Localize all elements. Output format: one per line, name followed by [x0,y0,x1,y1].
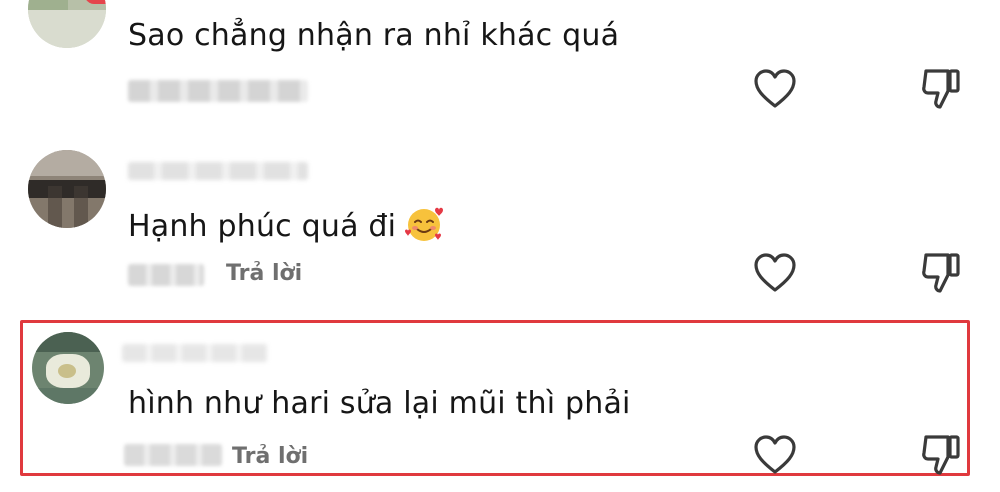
dislike-button[interactable] [918,66,964,112]
avatar[interactable] [28,150,106,228]
comment-item: Hạnh phúc quá đi Trả lời [0,140,1000,310]
heart-outline-icon [754,253,796,292]
avatar[interactable] [28,0,106,48]
smiling-face-with-hearts-icon [405,207,444,241]
timestamp-blurred [128,80,308,102]
comment-item: Sao chẳng nhận ra nhỉ khác quá [0,0,1000,130]
comment-feed: Sao chẳng nhận ra nhỉ khác quá Hạnh phúc… [0,0,1000,492]
heart-outline-icon [754,435,796,474]
comment-text: Hạnh phúc quá đi [128,204,444,244]
like-button[interactable] [752,432,798,478]
username-blurred [128,162,308,180]
comment-text: hình như hari sửa lại mũi thì phải [128,386,631,421]
username-blurred [122,344,268,362]
heart-outline-icon [754,69,796,108]
like-button[interactable] [752,250,798,296]
thumbs-down-outline-icon [922,435,960,475]
reply-link[interactable]: Trả lời [232,444,308,469]
timestamp-blurred [124,444,222,466]
dislike-button[interactable] [918,432,964,478]
thumbs-down-outline-icon [922,253,960,293]
comment-text: Sao chẳng nhận ra nhỉ khác quá [128,18,620,53]
like-button[interactable] [752,66,798,112]
timestamp-blurred [128,264,204,286]
comment-item: hình như hari sửa lại mũi thì phải Trả l… [0,320,1000,480]
thumbs-down-outline-icon [922,69,960,109]
reply-link[interactable]: Trả lời [226,261,302,286]
avatar[interactable] [32,332,104,404]
comment-text-content: Hạnh phúc quá đi [128,209,397,244]
dislike-button[interactable] [918,250,964,296]
